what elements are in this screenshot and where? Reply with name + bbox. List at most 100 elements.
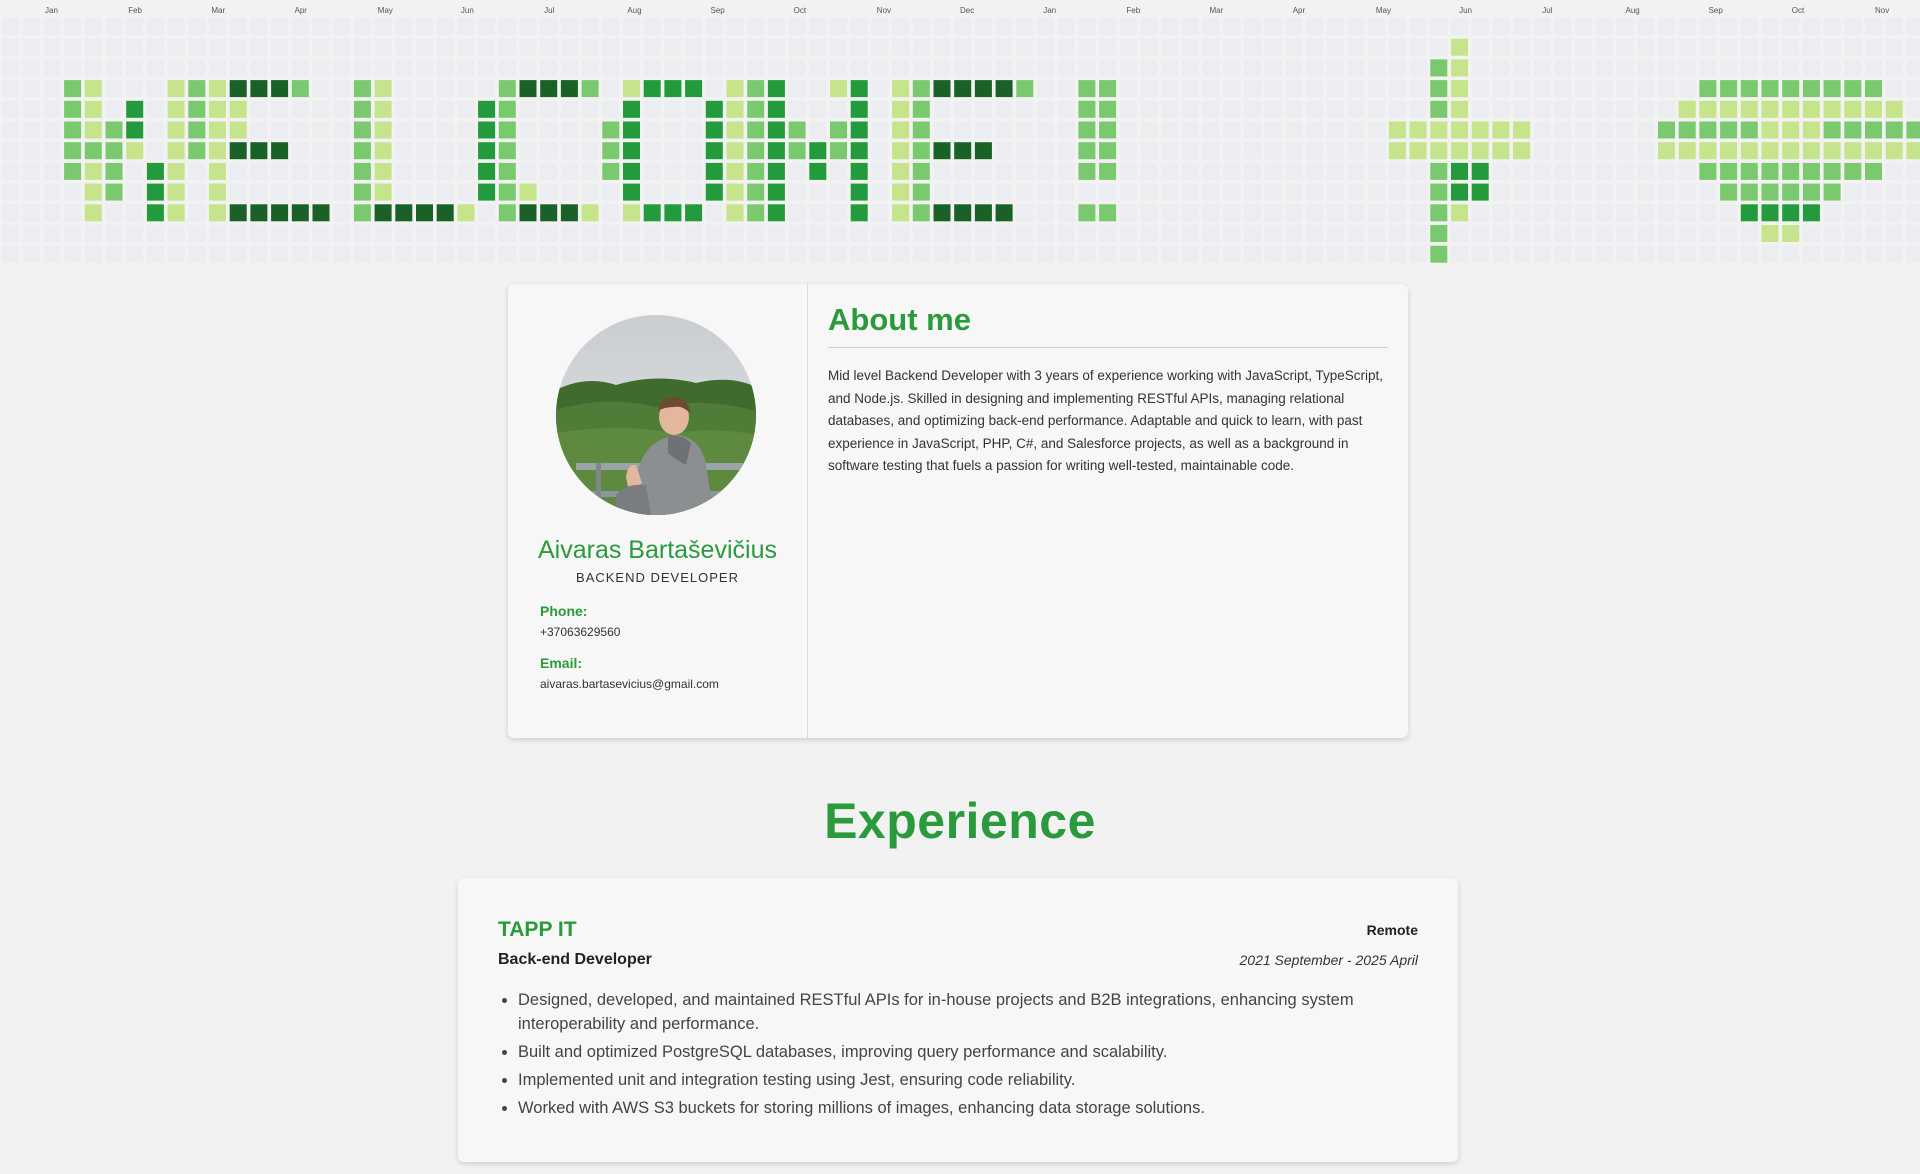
contribution-cell: [436, 121, 454, 139]
contribution-cell: [1761, 100, 1779, 118]
contribution-cell: [809, 121, 827, 139]
contribution-cell: [1637, 80, 1655, 98]
contribution-cell: [850, 38, 868, 56]
contribution-cell: [1016, 59, 1034, 77]
contribution-cell: [1595, 38, 1613, 56]
phone-value[interactable]: +37063629560: [540, 625, 620, 639]
contribution-cell: [1181, 100, 1199, 118]
contribution-cell: [1430, 80, 1448, 98]
contribution-cell: [2, 59, 19, 77]
contribution-cell: [395, 225, 413, 242]
contribution-cell: [271, 183, 289, 201]
contribution-cell: [705, 142, 723, 160]
contribution-cell: [353, 162, 371, 180]
contribution-cell: [1326, 225, 1344, 242]
month-label: Jun: [461, 6, 474, 15]
contribution-cell: [436, 18, 454, 35]
contribution-cell: [1244, 18, 1261, 35]
contribution-cell: [1016, 204, 1034, 222]
contribution-cell: [146, 121, 164, 139]
contribution-cell: [1637, 59, 1655, 77]
month-label: Jul: [544, 6, 554, 15]
about-panel: About me Mid level Backend Developer wit…: [808, 284, 1408, 738]
contribution-cell: [22, 18, 40, 35]
contribution-cell: [1037, 121, 1054, 139]
contribution-cell: [374, 225, 392, 242]
contribution-cell: [457, 183, 475, 201]
email-value[interactable]: aivaras.bartasevicius@gmail.com: [540, 677, 719, 691]
contribution-cell: [271, 142, 289, 160]
contribution-cell: [933, 80, 951, 98]
contribution-cell: [1885, 142, 1903, 160]
contribution-cell: [478, 100, 496, 118]
contribution-cell: [1409, 162, 1427, 180]
contribution-cell: [1078, 225, 1096, 242]
contribution-cell: [1161, 183, 1179, 201]
contribution-cell: [1513, 100, 1531, 118]
contribution-cell: [850, 121, 868, 139]
contribution-cell: [250, 80, 268, 98]
contribution-cell: [581, 183, 599, 201]
experience-card: TAPP IT Remote Back-end Developer 2021 S…: [458, 878, 1458, 1162]
contribution-cell: [1844, 142, 1862, 160]
contribution-cell: [167, 80, 185, 98]
contribution-cell: [974, 38, 992, 56]
contribution-cell: [602, 121, 620, 139]
contribution-cell: [685, 245, 703, 263]
contribution-cell: [209, 142, 226, 160]
contribution-cell: [1802, 38, 1820, 56]
contribution-cell: [229, 245, 247, 263]
contribution-cell: [1865, 245, 1882, 263]
contribution-graph: Jan Feb Mar Apr May Jun Jul Aug Sep Oct Nov Dec Jan F…: [0, 0, 1920, 265]
contribution-cell: [954, 80, 972, 98]
contribution-cell: [1802, 183, 1820, 201]
contribution-cell: [1223, 245, 1241, 263]
contribution-cell: [1409, 38, 1427, 56]
contribution-cell: [374, 245, 392, 263]
month-label: Oct: [794, 6, 807, 15]
contribution-cell: [1658, 162, 1675, 180]
contribution-cell: [1078, 59, 1096, 77]
contribution-cell: [933, 121, 951, 139]
contribution-cell: [1906, 18, 1920, 35]
contribution-cell: [1699, 38, 1717, 56]
about-title: About me: [828, 302, 971, 337]
contribution-cell: [84, 142, 102, 160]
contribution-cell: [995, 162, 1013, 180]
contribution-cell: [1388, 100, 1406, 118]
contribution-cell: [1471, 38, 1489, 56]
contribution-cell: [167, 142, 185, 160]
contribution-cell: [312, 100, 330, 118]
contribution-cell: [1513, 142, 1531, 160]
contribution-cell: [312, 59, 330, 77]
contribution-cell: [1658, 121, 1675, 139]
contribution-cell: [1451, 204, 1468, 222]
contribution-cell: [1513, 183, 1531, 201]
contribution-cell: [1699, 204, 1717, 222]
contribution-cell: [602, 204, 620, 222]
month-label: Aug: [627, 6, 641, 15]
contribution-cell: [1264, 225, 1282, 242]
job-responsibilities: Designed, developed, and maintained REST…: [498, 988, 1398, 1124]
contribution-cell: [1037, 80, 1054, 98]
contribution-cell: [602, 162, 620, 180]
contribution-cell: [457, 245, 475, 263]
contribution-cell: [1099, 204, 1117, 222]
contribution-cell: [1823, 183, 1841, 201]
contribution-cell: [1306, 121, 1324, 139]
contribution-cell: [1057, 18, 1075, 35]
contribution-cell: [416, 225, 433, 242]
contribution-cell: [1678, 162, 1696, 180]
contribution-cell: [1368, 59, 1386, 77]
contribution-cell: [1616, 38, 1634, 56]
contribution-cell: [146, 100, 164, 118]
contribution-cell: [685, 18, 703, 35]
contribution-cell: [43, 18, 61, 35]
contribution-cell: [1202, 183, 1220, 201]
contribution-cell: [312, 121, 330, 139]
contribution-cell: [1782, 100, 1800, 118]
contribution-cell: [1740, 162, 1758, 180]
contribution-cell: [1181, 225, 1199, 242]
contribution-cell: [1740, 80, 1758, 98]
contribution-cell: [1264, 183, 1282, 201]
